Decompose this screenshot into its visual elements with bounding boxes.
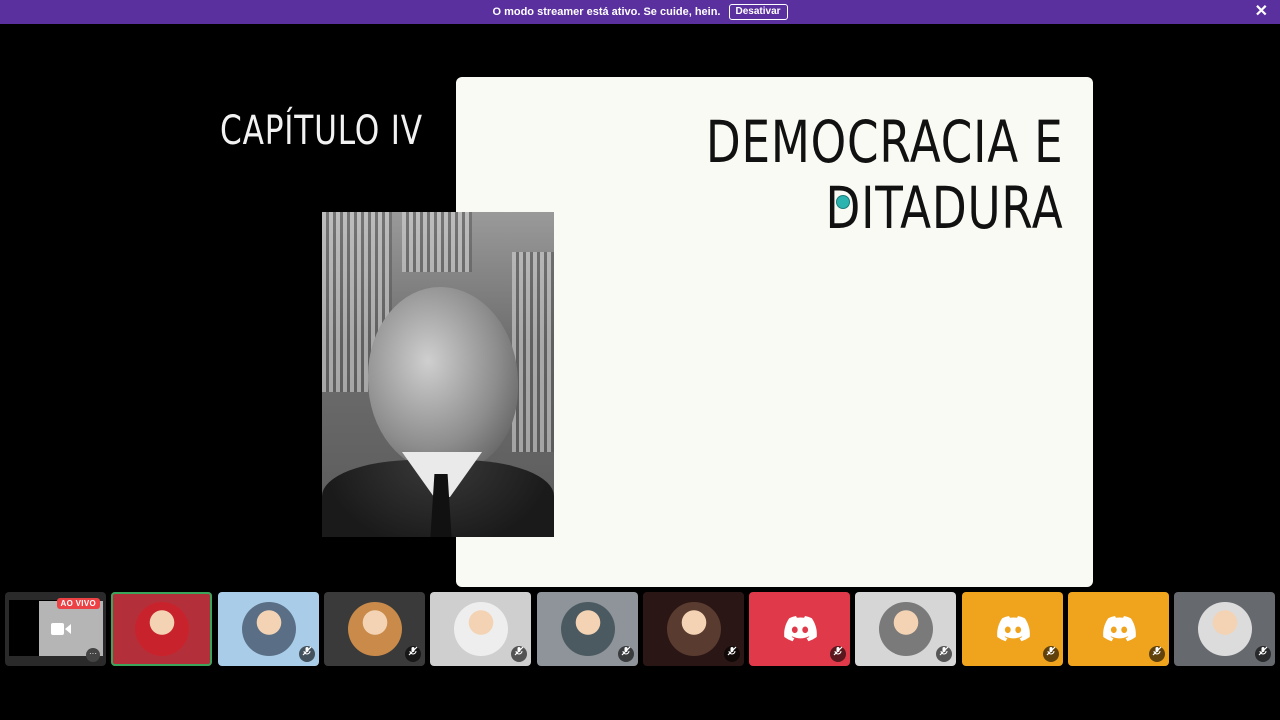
person-avatar-icon: [453, 602, 508, 656]
participant-tile[interactable]: [537, 592, 638, 666]
person-avatar-icon: [666, 602, 721, 656]
discord-icon: [783, 616, 817, 642]
person-avatar-icon: [560, 602, 615, 656]
chapter-heading: CAPÍTULO IV: [220, 108, 423, 154]
spiderman-avatar-icon: [134, 602, 189, 656]
participant-tile[interactable]: [855, 592, 956, 666]
slide-title-line1: DEMOCRACIA E: [705, 108, 1063, 176]
participant-tile[interactable]: [643, 592, 744, 666]
discord-icon: [1102, 616, 1136, 642]
streamer-mode-banner: O modo streamer está ativo. Se cuide, he…: [0, 0, 1280, 24]
muted-mic-icon: [511, 646, 527, 662]
muted-mic-icon: [299, 646, 315, 662]
person-avatar-icon: [878, 602, 933, 656]
portrait-head: [368, 287, 518, 472]
participant-tile[interactable]: [962, 592, 1063, 666]
monkey-avatar-icon: [347, 602, 402, 656]
participant-tile[interactable]: [324, 592, 425, 666]
muted-mic-icon: [1043, 646, 1059, 662]
muted-mic-icon: [405, 646, 421, 662]
muted-mic-icon: [618, 646, 634, 662]
slide-title: DEMOCRACIA E DITADURA: [705, 109, 1063, 241]
disable-streamer-mode-button[interactable]: Desativar: [728, 4, 788, 20]
participant-tile[interactable]: [430, 592, 531, 666]
more-options-icon[interactable]: ···: [86, 648, 100, 662]
pointer-cursor-icon: [836, 195, 850, 209]
participant-tile[interactable]: [111, 592, 212, 666]
slide-title-line2: DITADURA: [825, 174, 1063, 242]
person-avatar-icon: [241, 602, 296, 656]
muted-mic-icon: [1149, 646, 1165, 662]
banner-message: O modo streamer está ativo. Se cuide, he…: [492, 6, 721, 18]
participant-strip: DITADURAAO VIVO···: [0, 592, 1280, 667]
participant-tile[interactable]: [1068, 592, 1169, 666]
participant-tile[interactable]: [1174, 592, 1275, 666]
muted-mic-icon: [936, 646, 952, 662]
person-avatar-icon: [1197, 602, 1252, 656]
muted-mic-icon: [1255, 646, 1271, 662]
participant-tile[interactable]: [218, 592, 319, 666]
muted-mic-icon: [830, 646, 846, 662]
live-badge: AO VIVO: [56, 598, 100, 609]
discord-icon: [996, 616, 1030, 642]
live-stream-tile[interactable]: DITADURAAO VIVO···: [5, 592, 106, 666]
close-icon[interactable]: ✕: [1255, 3, 1268, 21]
muted-mic-icon: [724, 646, 740, 662]
portrait-image: [322, 212, 554, 537]
participant-tile[interactable]: [749, 592, 850, 666]
video-camera-icon: [51, 622, 71, 639]
